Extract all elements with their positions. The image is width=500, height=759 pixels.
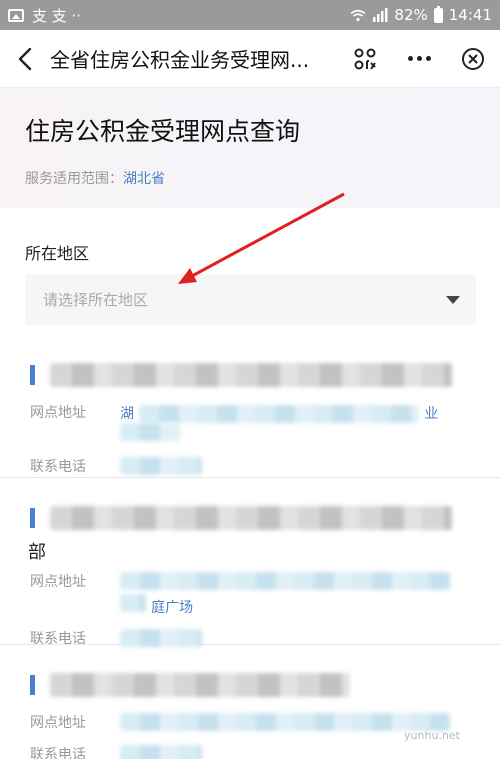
scope-value: 湖北省 (123, 171, 165, 187)
phone-redacted[interactable] (120, 745, 202, 759)
nav-title: 全省住房公积金业务受理网... (50, 48, 310, 72)
scope-label: 服务适用范围： (25, 171, 123, 187)
card-accent-bar (30, 675, 35, 695)
page-title: 住房公积金受理网点查询 (25, 117, 301, 146)
outlet-name-tail: 部 (28, 542, 46, 563)
dropdown-caret-icon (446, 295, 460, 304)
outlet-name-redacted (50, 363, 452, 387)
more-button[interactable] (392, 30, 446, 88)
back-button[interactable] (0, 30, 50, 88)
address-redacted (120, 572, 450, 590)
phone-label: 联系电话 (30, 459, 86, 475)
region-label: 所在地区 (25, 244, 90, 263)
card-accent-bar (30, 508, 35, 528)
service-scope: 服务适用范围：湖北省 (25, 168, 475, 188)
battery-percent: 82% (394, 6, 428, 24)
clock: 14:41 (448, 6, 492, 24)
phone-label: 联系电话 (30, 747, 86, 759)
outlet-card[interactable]: 网点地址 湖 业 联系电话 (0, 345, 500, 478)
address-redacted (139, 404, 420, 423)
wifi-icon (350, 9, 366, 21)
close-button[interactable] (446, 30, 500, 88)
status-bar: 支 支 ·· 82% 14:41 (0, 0, 500, 30)
phone-redacted[interactable] (120, 457, 202, 475)
outlet-list: 网点地址 湖 业 联系电话 部 网点地址 庭广场 联系电话 网点地址 联系电话 (0, 345, 500, 759)
region-select[interactable]: 请选择所在地区 (25, 274, 476, 325)
address-label: 网点地址 (30, 715, 86, 731)
qr-scan-icon (354, 48, 376, 70)
outlet-name-redacted (50, 506, 452, 530)
address-last-text: 庭广场 (151, 600, 194, 616)
more-dots-icon (407, 56, 431, 61)
outlet-card[interactable]: 部 网点地址 庭广场 联系电话 (0, 478, 500, 647)
signal-icon (373, 8, 388, 22)
page-header: 住房公积金受理网点查询 服务适用范围：湖北省 (0, 88, 500, 208)
image-notification-icon (8, 8, 24, 22)
address-last-char: 业 (424, 406, 439, 422)
outlet-name-redacted (50, 673, 350, 697)
notification-icons: 支 支 ·· (32, 6, 82, 25)
qr-scan-button[interactable] (338, 30, 392, 88)
navigation-bar: 全省住房公积金业务受理网... (0, 30, 500, 88)
address-redacted-line2 (120, 423, 180, 441)
close-circle-icon (462, 47, 484, 70)
address-redacted-line2 (120, 594, 146, 612)
back-arrow-icon (18, 47, 32, 70)
region-placeholder: 请选择所在地区 (43, 291, 149, 309)
watermark: yunhu.net (404, 729, 460, 742)
address-redacted (120, 713, 450, 731)
battery-icon (433, 5, 443, 23)
address-label: 网点地址 (30, 574, 86, 590)
address-label: 网点地址 (30, 405, 86, 421)
address-first-char: 湖 (120, 406, 134, 422)
card-accent-bar (30, 365, 35, 385)
